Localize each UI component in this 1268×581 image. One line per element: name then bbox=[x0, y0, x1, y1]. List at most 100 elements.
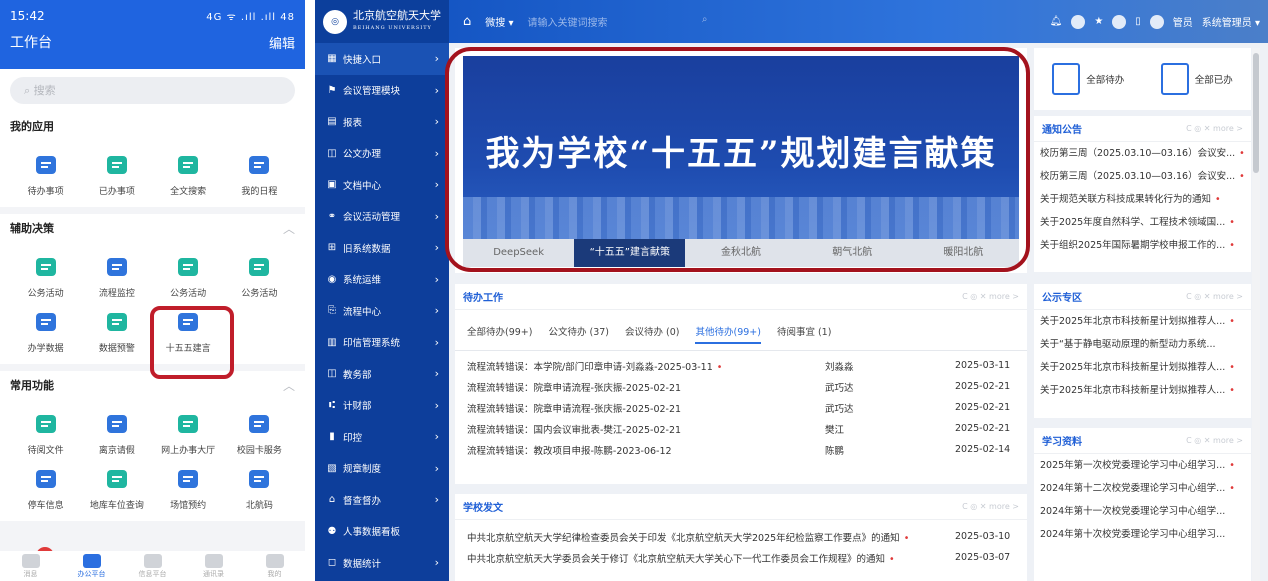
chevron-up-icon[interactable]: ︿ bbox=[283, 214, 295, 244]
app-tile[interactable]: 公务活动 bbox=[153, 254, 224, 299]
list-item[interactable]: 关于组织2025年国际暑期学校申报工作的... • bbox=[1034, 234, 1251, 257]
todo-tab[interactable]: 会议待办 (0) bbox=[625, 324, 679, 344]
tab-label: 通讯录 bbox=[203, 570, 224, 578]
list-item[interactable]: 关于“基于静电驱动原理的新型动力系统... bbox=[1034, 333, 1251, 356]
app-tile[interactable]: 停车信息 bbox=[10, 466, 81, 511]
all-done-link[interactable]: 全部已办 bbox=[1160, 63, 1233, 95]
tab-4[interactable]: 我的 bbox=[250, 554, 300, 579]
more-link[interactable]: C ◎ ✕ more > bbox=[1186, 292, 1243, 301]
search-icon[interactable]: ⌕ bbox=[702, 14, 708, 29]
list-item[interactable]: 2024年第十一次校党委理论学习中心组学... bbox=[1034, 500, 1251, 523]
list-item[interactable]: 关于2025年北京市科技新星计划拟推荐人... • bbox=[1034, 310, 1251, 333]
tab-1[interactable]: 办公平台 bbox=[67, 554, 117, 579]
app-tile[interactable]: 已办事项 bbox=[81, 152, 152, 197]
sidebar-item[interactable]: ◻ 数据统计 › bbox=[315, 547, 449, 579]
sidebar-item[interactable]: ▤ 报表 › bbox=[315, 106, 449, 138]
tab-0[interactable]: 消息 bbox=[6, 554, 56, 579]
sidebar-item[interactable]: ◫ 教务部 › bbox=[315, 358, 449, 390]
list-item[interactable]: 校历第三周（2025.03.10—03.16）会议安... • bbox=[1034, 142, 1251, 165]
sidebar-item[interactable]: ⚉ 人事数据看板 bbox=[315, 516, 449, 548]
app-tile[interactable]: 校园卡服务 bbox=[224, 411, 295, 456]
table-row[interactable]: 流程流转错误：教改项目申报-陈鹏-2023-06-12 陈鹏 2025-02-14 bbox=[455, 439, 1027, 460]
sidebar-item-label: 系统运维 bbox=[343, 275, 382, 287]
university-logo[interactable]: ◎ 北京航空航天大学 BEIHANG UNIVERSITY bbox=[315, 0, 449, 43]
menu-icon: ▦ bbox=[327, 53, 337, 65]
more-link[interactable]: C ◎ ✕ more > bbox=[1186, 436, 1243, 445]
app-tile[interactable]: 网上办事大厅 bbox=[153, 411, 224, 456]
sidebar-item-label: 快捷入口 bbox=[343, 54, 382, 66]
list-item[interactable]: 关于2025年度自然科学、工程技术领域国... • bbox=[1034, 211, 1251, 234]
todo-tab[interactable]: 公文待办 (37) bbox=[548, 324, 609, 344]
sidebar-item[interactable]: ⌂ 督查督办 › bbox=[315, 484, 449, 516]
table-row[interactable]: 流程流转错误：国内会议审批表-樊江-2025-02-21 樊江 2025-02-21 bbox=[455, 418, 1027, 439]
table-row[interactable]: 流程流转错误：院章申请流程-张庆振-2025-02-21 武巧达 2025-02-2… bbox=[455, 397, 1027, 418]
sidebar-item[interactable]: ▥ 印信管理系统 › bbox=[315, 327, 449, 359]
todo-tab[interactable]: 待阅事宜 (1) bbox=[777, 324, 831, 344]
todo-tab[interactable]: 其他待办(99+) bbox=[695, 324, 761, 344]
app-tile[interactable]: 我的日程 bbox=[224, 152, 295, 197]
all-todo-link[interactable]: 全部待办 bbox=[1052, 63, 1124, 95]
table-row[interactable]: 中共北京航空航天大学纪律检查委员会关于印发《北京航空航天大学2025年纪检监察工… bbox=[455, 526, 1027, 547]
menu-icon: ⚑ bbox=[327, 84, 337, 96]
app-label: 北航码 bbox=[245, 501, 273, 511]
sidebar-item[interactable]: ⚭ 会议活动管理 › bbox=[315, 201, 449, 233]
list-item[interactable]: 2025年第一次校党委理论学习中心组学习... • bbox=[1034, 454, 1251, 477]
list-item[interactable]: 2024年第十二次校党委理论学习中心组学... • bbox=[1034, 477, 1251, 500]
help-icon[interactable] bbox=[1112, 14, 1127, 29]
scrollbar[interactable] bbox=[1252, 48, 1260, 581]
sidebar-item[interactable]: ▧ 规章制度 › bbox=[315, 453, 449, 485]
sidebar-item[interactable]: ⎘ 流程中心 › bbox=[315, 295, 449, 327]
global-search-input[interactable]: 请输入关键词搜索 ⌕ bbox=[527, 14, 707, 29]
app-tile[interactable]: 全文搜索 bbox=[153, 152, 224, 197]
sidebar-item[interactable]: ◉ 系统运维 › bbox=[315, 264, 449, 296]
search-scope-select[interactable]: 微搜 ▾ bbox=[485, 14, 513, 29]
user-menu[interactable]: 系统管理员 ▾ bbox=[1202, 14, 1260, 29]
tab-icon bbox=[82, 554, 101, 568]
app-tile[interactable]: 流程监控 bbox=[81, 254, 152, 299]
table-row[interactable]: 流程流转错误：院章申请流程-张庆振-2025-02-21 武巧达 2025-02-2… bbox=[455, 376, 1027, 397]
sidebar-item[interactable]: ▣ 文档中心 › bbox=[315, 169, 449, 201]
app-tile[interactable]: 地库车位查询 bbox=[81, 466, 152, 511]
todo-tab[interactable]: 全部待办(99+) bbox=[467, 324, 532, 344]
search-input[interactable]: ⌕ 搜索 bbox=[10, 77, 295, 104]
app-tile[interactable]: 待阅文件 bbox=[10, 411, 81, 456]
settings-icon[interactable] bbox=[1071, 14, 1086, 29]
more-link[interactable]: C ◎ ✕ more > bbox=[1186, 124, 1243, 133]
chat-icon[interactable] bbox=[1149, 14, 1164, 29]
app-icon bbox=[173, 466, 203, 492]
edit-button[interactable]: 编辑 bbox=[269, 33, 295, 52]
menu-icon: ◉ bbox=[327, 273, 337, 285]
list-item[interactable]: 关于2025年北京市科技新星计划拟推荐人... • bbox=[1034, 379, 1251, 402]
chevron-up-icon[interactable]: ︿ bbox=[283, 371, 295, 401]
app-tile[interactable]: 数据预警 bbox=[81, 309, 152, 354]
tab-3[interactable]: 通讯录 bbox=[189, 554, 239, 579]
list-item[interactable]: 2024年第十次校党委理论学习中心组学习... bbox=[1034, 523, 1251, 546]
sidebar-item[interactable]: ▮ 印控 › bbox=[315, 421, 449, 453]
app-tile[interactable]: 公务活动 bbox=[10, 254, 81, 299]
app-tile[interactable]: 北航码 bbox=[224, 466, 295, 511]
sidebar-item[interactable]: ⊞ 旧系统数据 › bbox=[315, 232, 449, 264]
table-row[interactable]: 流程流转错误：本学院/部门印章申请-刘淼淼-2025-03-11 • 刘淼淼 2025… bbox=[455, 355, 1027, 376]
bell-icon[interactable]: 🔔︎ bbox=[1050, 16, 1063, 27]
sidebar-item[interactable]: ⑆ 计财部 › bbox=[315, 390, 449, 422]
app-tile[interactable]: 办学数据 bbox=[10, 309, 81, 354]
list-item[interactable]: 关于规范关联方科技成果转化行为的通知 • bbox=[1034, 188, 1251, 211]
app-tile[interactable]: 公务活动 bbox=[224, 254, 295, 299]
list-item[interactable]: 关于2025年北京市科技新星计划拟推荐人... • bbox=[1034, 356, 1251, 379]
more-link[interactable]: C ◎ ✕ more > bbox=[962, 502, 1019, 511]
home-icon[interactable]: ⌂ bbox=[463, 14, 471, 29]
app-tile[interactable]: 场馆预约 bbox=[153, 466, 224, 511]
list-item[interactable]: 校历第三周（2025.03.10—03.16）会议安... • bbox=[1034, 165, 1251, 188]
new-dot: • bbox=[1229, 217, 1235, 228]
more-link[interactable]: C ◎ ✕ more > bbox=[962, 292, 1019, 301]
app-tile[interactable]: 离京请假 bbox=[81, 411, 152, 456]
app-tile[interactable]: 待办事项 bbox=[10, 152, 81, 197]
scrollbar-thumb[interactable] bbox=[1253, 53, 1259, 173]
phone-icon[interactable]: ▯ bbox=[1135, 16, 1141, 27]
sidebar-item[interactable]: ◫ 公文办理 › bbox=[315, 138, 449, 170]
sidebar-item[interactable]: ⚑ 会议管理模块 › bbox=[315, 75, 449, 107]
star-icon[interactable]: ★ bbox=[1094, 16, 1103, 27]
table-row[interactable]: 中共北京航空航天大学委员会关于修订《北京航空航天大学关心下一代工作委员会工作规程… bbox=[455, 547, 1027, 568]
tab-2[interactable]: 信息平台 bbox=[128, 554, 178, 579]
sidebar-item[interactable]: ▦ 快捷入口 › bbox=[315, 43, 449, 75]
